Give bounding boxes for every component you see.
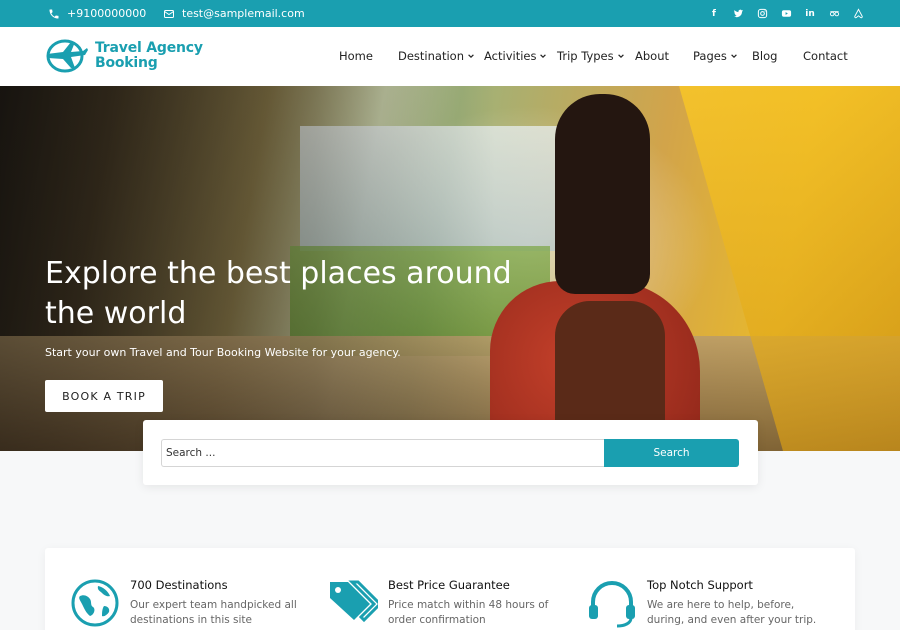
youtube-icon[interactable] <box>780 8 792 20</box>
nav-item-contact[interactable]: Contact <box>803 49 848 63</box>
social-links: f in <box>708 0 864 27</box>
email-contact[interactable]: test@samplemail.com <box>163 0 305 27</box>
phone-contact[interactable]: +9100000000 <box>48 0 146 27</box>
tripadvisor-icon[interactable] <box>828 8 840 20</box>
nav-item-activities[interactable]: Activities <box>484 49 547 63</box>
features-section: 700 Destinations Our expert team handpic… <box>45 548 855 630</box>
nav-item-blog[interactable]: Blog <box>752 49 777 63</box>
nav-item-destination[interactable]: Destination <box>398 49 475 63</box>
nav-item-about[interactable]: About <box>635 49 669 63</box>
linkedin-icon[interactable]: in <box>804 8 816 20</box>
globe-icon <box>71 579 119 627</box>
feature-title: 700 Destinations <box>130 578 228 592</box>
twitter-icon[interactable] <box>732 8 744 20</box>
chevron-down-icon <box>731 54 737 59</box>
nav-item-home[interactable]: Home <box>339 49 373 63</box>
envelope-icon <box>164 9 174 18</box>
headset-icon <box>589 581 635 628</box>
main-nav: Home Destination Activities Trip Types A… <box>0 27 900 86</box>
email-address: test@samplemail.com <box>182 7 305 20</box>
instagram-icon[interactable] <box>756 8 768 20</box>
facebook-icon[interactable]: f <box>708 8 720 20</box>
nav-label: Home <box>339 49 373 63</box>
nav-label: Trip Types <box>557 49 614 63</box>
price-tag-icon <box>330 580 378 623</box>
nav-label: Pages <box>693 49 727 63</box>
hero-title: Explore the best places around the world <box>45 256 512 331</box>
feature-description: We are here to help, before, during, and… <box>647 599 817 626</box>
nav-item-trip-types[interactable]: Trip Types <box>557 49 625 63</box>
airbnb-icon[interactable] <box>852 8 864 20</box>
feature-description: Price match within 48 hours of order con… <box>388 599 549 626</box>
nav-item-pages[interactable]: Pages <box>693 49 738 63</box>
search-card: Search <box>143 420 758 485</box>
phone-icon <box>49 9 59 18</box>
feature-description: Our expert team handpicked all destinati… <box>130 599 297 626</box>
search-input[interactable] <box>161 439 604 467</box>
feature-title: Best Price Guarantee <box>388 578 510 592</box>
search-button[interactable]: Search <box>604 439 739 467</box>
feature-title: Top Notch Support <box>647 578 753 592</box>
nav-label: About <box>635 49 670 63</box>
book-trip-button[interactable]: BOOK A TRIP <box>45 380 163 412</box>
chevron-down-icon <box>617 54 624 59</box>
nav-label: Blog <box>752 49 778 63</box>
phone-number: +9100000000 <box>67 7 147 20</box>
top-bar: +9100000000 test@samplemail.com f in <box>0 0 900 27</box>
nav-label: Contact <box>803 49 848 63</box>
chevron-down-icon <box>540 54 547 59</box>
chevron-down-icon <box>468 54 474 59</box>
nav-label: Activities <box>484 49 537 63</box>
hero-subtitle: Start your own Travel and Tour Booking W… <box>45 346 401 359</box>
nav-label: Destination <box>398 49 464 63</box>
hero-banner: Explore the best places around the world… <box>0 86 900 451</box>
site-header: Travel Agency Booking Home Destination A… <box>0 27 900 86</box>
